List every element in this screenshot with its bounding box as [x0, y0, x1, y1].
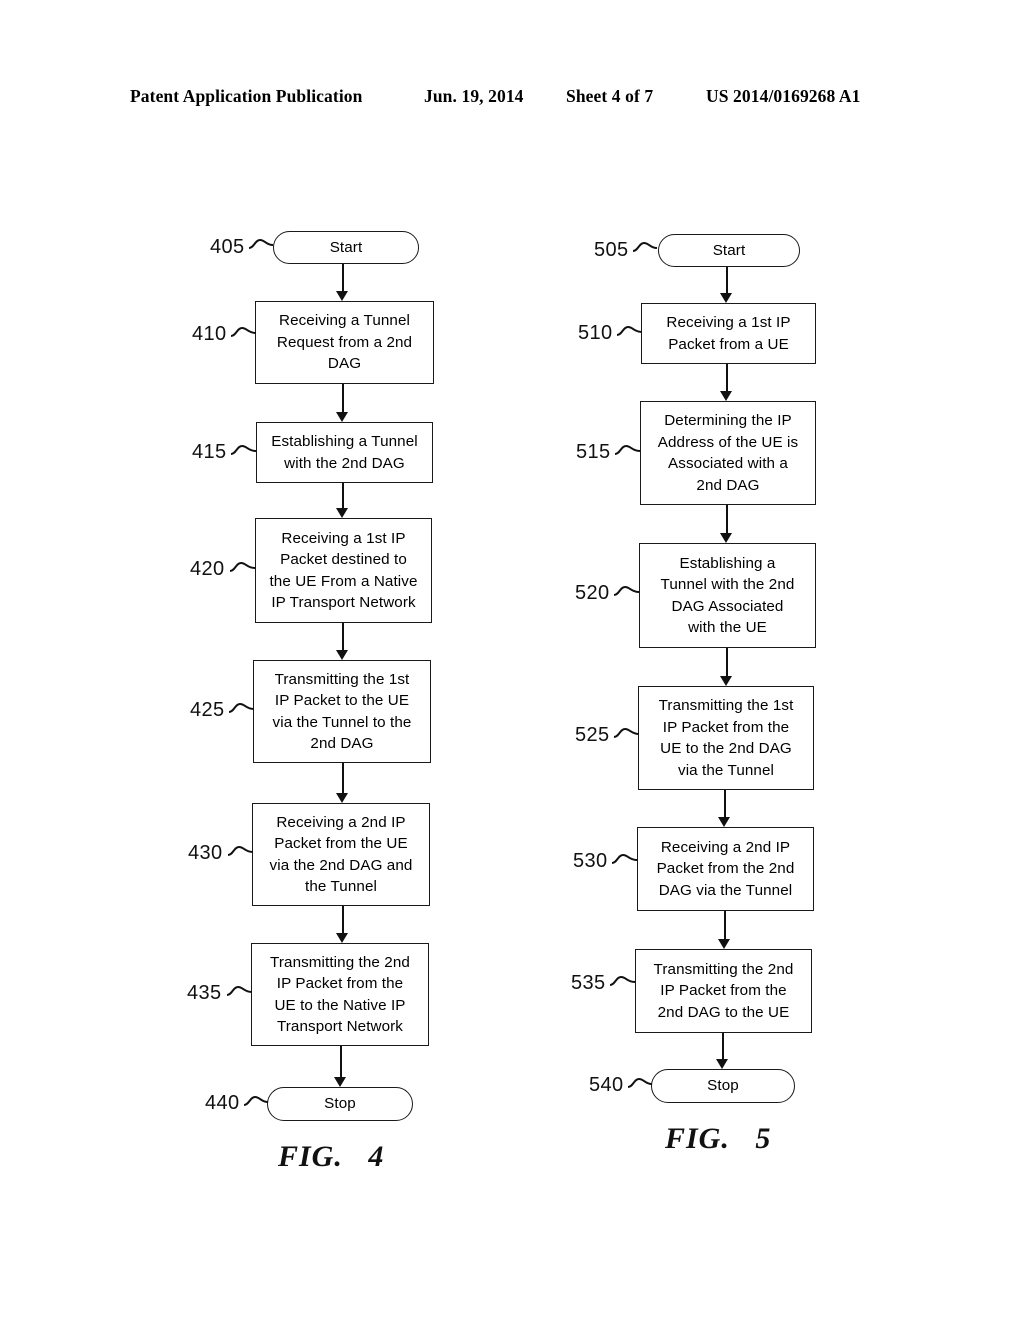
node-540-label: Stop — [707, 1077, 739, 1095]
node-530-label: Receiving a 2nd IP Packet from the 2nd D… — [656, 838, 795, 899]
connector-505-510 — [726, 266, 729, 293]
arrowhead-520-525 — [720, 676, 732, 686]
node-525-process: Transmitting the 1st IP Packet from the … — [638, 686, 814, 790]
ref-number-535: 535 — [571, 972, 606, 994]
leader-line-540 — [627, 1077, 653, 1088]
leader-line-505 — [632, 241, 658, 252]
connector-530-535 — [724, 911, 727, 939]
leader-line-520 — [613, 585, 640, 596]
arrowhead-530-535 — [718, 939, 730, 949]
ref-number-505: 505 — [594, 239, 629, 261]
node-515-label: Determining the IP Address of the UE is … — [657, 412, 799, 494]
leader-line-515 — [614, 444, 641, 455]
arrowhead-515-520 — [720, 533, 732, 543]
ref-number-525: 525 — [575, 724, 610, 746]
leader-line-510 — [616, 325, 643, 336]
ref-number-515: 515 — [576, 441, 611, 463]
node-510-label: Receiving a 1st IP Packet from a UE — [666, 314, 791, 353]
node-535-process: Transmitting the 2nd IP Packet from the … — [635, 949, 812, 1033]
node-535-label: Transmitting the 2nd IP Packet from the … — [653, 960, 794, 1021]
figure-5-caption: FIG. 5 — [665, 1122, 772, 1155]
connector-515-520 — [726, 505, 729, 533]
connector-525-530 — [724, 790, 727, 817]
node-525-label: Transmitting the 1st IP Packet from the … — [658, 697, 794, 779]
ref-number-520: 520 — [575, 582, 610, 604]
node-540-stop: Stop — [651, 1069, 795, 1103]
leader-line-535 — [609, 975, 636, 986]
node-505-start: Start — [658, 234, 800, 267]
figure-5: Start Receiving a 1st IP Packet from a U… — [0, 0, 1024, 1320]
node-515-process: Determining the IP Address of the UE is … — [640, 401, 816, 505]
node-530-process: Receiving a 2nd IP Packet from the 2nd D… — [637, 827, 814, 911]
arrowhead-535-540 — [716, 1059, 728, 1069]
arrowhead-505-510 — [720, 293, 732, 303]
connector-535-540 — [722, 1033, 725, 1059]
connector-520-525 — [726, 648, 729, 676]
ref-number-530: 530 — [573, 850, 608, 872]
leader-line-530 — [611, 853, 638, 864]
arrowhead-510-515 — [720, 391, 732, 401]
node-520-label: Establishing a Tunnel with the 2nd DAG A… — [660, 554, 795, 637]
arrowhead-525-530 — [718, 817, 730, 827]
node-505-label: Start — [712, 241, 746, 259]
node-510-process: Receiving a 1st IP Packet from a UE — [641, 303, 816, 364]
ref-number-540: 540 — [589, 1074, 624, 1096]
ref-number-510: 510 — [578, 322, 613, 344]
node-520-process: Establishing a Tunnel with the 2nd DAG A… — [639, 543, 816, 648]
leader-line-525 — [613, 727, 640, 738]
connector-510-515 — [726, 363, 729, 391]
